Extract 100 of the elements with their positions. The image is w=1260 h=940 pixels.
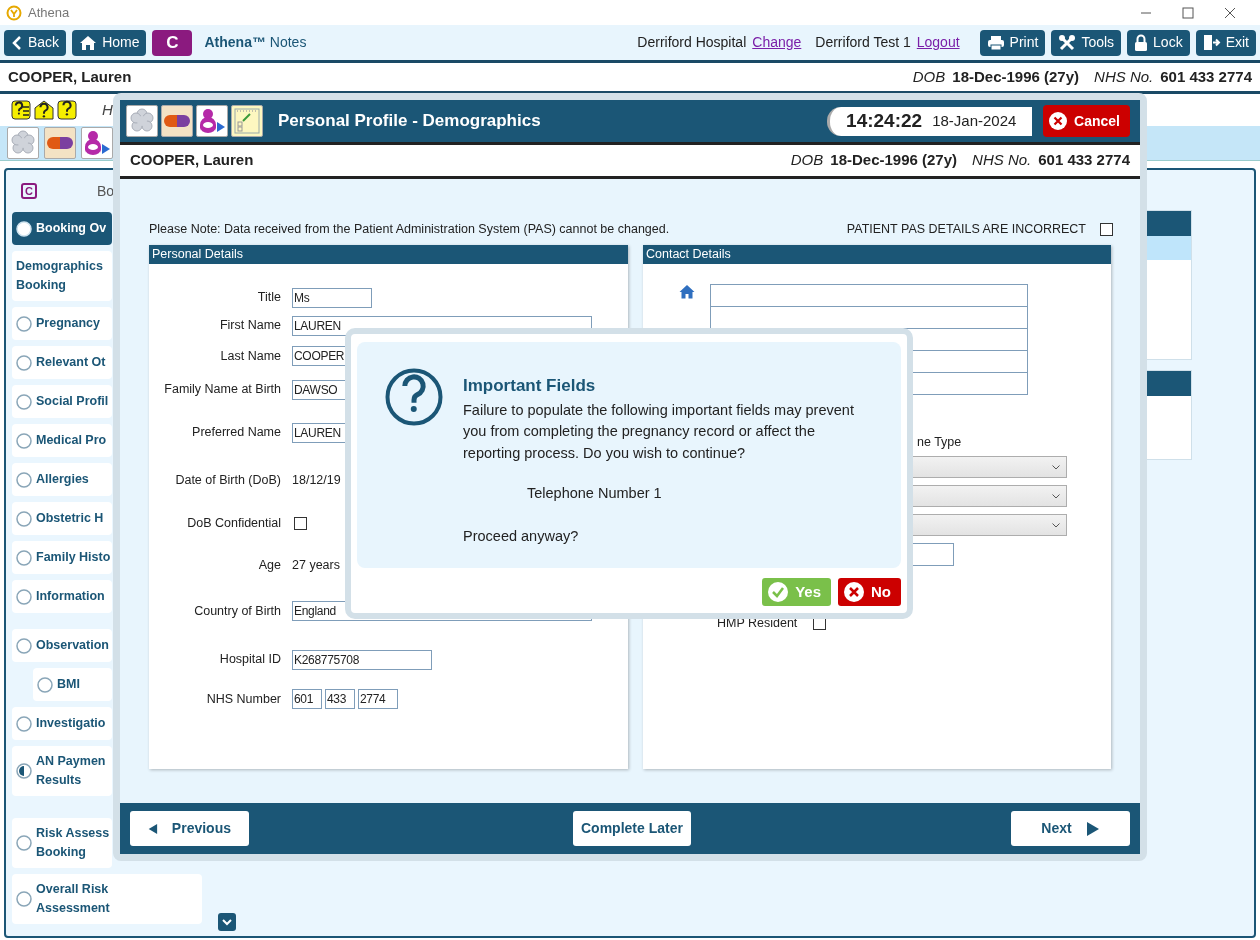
sidebar-item[interactable]: Obstetric H [12, 502, 112, 535]
capsule-icon [46, 136, 74, 150]
exit-icon [1202, 34, 1221, 51]
section-heading: Bo [97, 181, 115, 201]
notepad-icon [233, 107, 261, 135]
nhs-label: NHS No. [1094, 66, 1154, 87]
sidebar-item[interactable]: Relevant Ot [12, 346, 112, 379]
home-icon [679, 284, 695, 299]
field-label: Last Name [219, 347, 281, 365]
sidebar-item[interactable]: AN Paymen Results [12, 746, 112, 796]
card-header: Personal Details [149, 245, 628, 264]
field-label: ne Type [917, 434, 963, 451]
sidebar-item[interactable]: Risk Assess Booking [12, 818, 112, 868]
tools-button[interactable]: Tools [1051, 29, 1122, 56]
change-link[interactable]: Change [752, 32, 802, 53]
question-icon [385, 368, 443, 426]
input-field[interactable]: Ms [292, 287, 372, 308]
exit-button[interactable]: Exit [1195, 29, 1256, 56]
sidebar-item[interactable]: Booking Ov [12, 212, 112, 245]
dialog-question: Proceed anyway? [463, 526, 580, 546]
caret-icon [1052, 493, 1060, 499]
nhs-value: 601 433 2774 [1160, 66, 1252, 87]
field-label: Date of Birth (DoB) [174, 471, 281, 489]
input-field[interactable]: 2774 [358, 689, 398, 709]
field-label: Country of Birth [193, 602, 281, 620]
printer-icon [986, 34, 1005, 51]
dob-value: 18-Dec-1996 (27y) [952, 66, 1080, 87]
hospital-name: Derriford Hospital [637, 33, 747, 52]
checkbox[interactable] [294, 516, 307, 530]
nhs-value: 601 433 2774 [1038, 150, 1130, 171]
scroll-down-button[interactable] [218, 913, 236, 931]
sidebar-item[interactable]: Family Histo [12, 541, 112, 574]
checkbox[interactable] [1100, 222, 1113, 236]
module-badge: C [21, 183, 37, 199]
cancel-button[interactable]: Cancel [1043, 105, 1130, 137]
input-field[interactable]: 433 [325, 689, 355, 709]
maximize-icon[interactable] [1182, 6, 1194, 19]
tools-icon [1058, 33, 1077, 52]
sidebar-item[interactable]: Pregnancy [12, 307, 112, 340]
module-button[interactable]: C [152, 29, 193, 56]
close-icon[interactable] [1224, 6, 1236, 19]
person-icon [83, 129, 111, 157]
sidebar-item[interactable]: Investigatio [12, 707, 112, 740]
field-value: 18/12/19 [292, 471, 341, 489]
close-circle-icon [843, 581, 865, 603]
caret-icon [1052, 522, 1060, 528]
sidebar-item[interactable]: Medical Pro [12, 424, 112, 457]
flower-icon [129, 108, 155, 134]
field-label: Hospital ID [218, 651, 281, 669]
sidebar-item[interactable]: Social Profil [12, 385, 112, 418]
dob-label: DOB [790, 150, 824, 171]
close-circle-icon [1048, 111, 1069, 131]
input-field[interactable]: K268775708 [292, 649, 432, 670]
sidebar-item[interactable]: Information [12, 580, 112, 613]
card-header: Contact Details [643, 245, 1111, 264]
window-title: Athena [28, 3, 70, 22]
page-heading: H [102, 99, 113, 120]
field-label: Family Name at Birth [163, 381, 281, 399]
next-button[interactable]: Next [1011, 811, 1130, 846]
app-logo-icon [6, 4, 22, 21]
back-button[interactable]: Back [4, 29, 67, 56]
caret-icon [1052, 464, 1060, 470]
dob-value: 18-Dec-1996 (27y) [830, 150, 958, 171]
nhs-label: NHS No. [972, 150, 1032, 171]
field-name: Telephone Number 1 [527, 484, 663, 503]
input-field[interactable] [710, 306, 1028, 329]
input-field[interactable]: 601 [292, 689, 322, 709]
no-button[interactable]: No [838, 578, 901, 606]
field-value: 27 years [292, 557, 340, 575]
person-icon [198, 107, 226, 135]
lock-button[interactable]: Lock [1127, 29, 1190, 56]
print-button[interactable]: Print [979, 29, 1046, 56]
sidebar-item[interactable]: Overall Risk Assessment [12, 874, 202, 924]
field-label: DoB Confidential [186, 514, 281, 532]
sidebar-item[interactable]: BMI [33, 668, 112, 701]
help-list-icon[interactable] [11, 100, 31, 120]
patient-name: COOPER, Lauren [8, 66, 132, 87]
logout-link[interactable]: Logout [916, 32, 960, 53]
user-name: Derriford Test 1 [815, 33, 911, 52]
help-icon[interactable] [34, 100, 54, 120]
patient-name: COOPER, Lauren [130, 150, 254, 171]
sidebar-item[interactable]: Allergies [12, 463, 112, 496]
input-field[interactable] [710, 284, 1028, 307]
chevron-down-icon [222, 918, 232, 926]
field-label: NHS Number [205, 690, 281, 708]
checkbox-label: PATIENT PAS DETAILS ARE INCORRECT [846, 220, 1086, 238]
triangle-right-icon [1085, 820, 1100, 837]
dob-label: DOB [912, 66, 946, 87]
field-label: Title [256, 289, 281, 307]
complete-later-button[interactable]: Complete Later [573, 811, 691, 846]
field-label: Age [257, 557, 281, 575]
sidebar-item[interactable]: Observation [12, 629, 112, 662]
home-button[interactable]: Home [72, 29, 147, 56]
home-icon [79, 34, 98, 51]
chevron-left-icon [11, 34, 23, 51]
clock-time: 14:24:22 [846, 108, 923, 133]
help-icon[interactable] [57, 100, 77, 120]
previous-button[interactable]: Previous [130, 811, 249, 846]
sidebar-item[interactable]: Demographics Booking [12, 251, 112, 301]
lock-icon [1134, 34, 1149, 51]
